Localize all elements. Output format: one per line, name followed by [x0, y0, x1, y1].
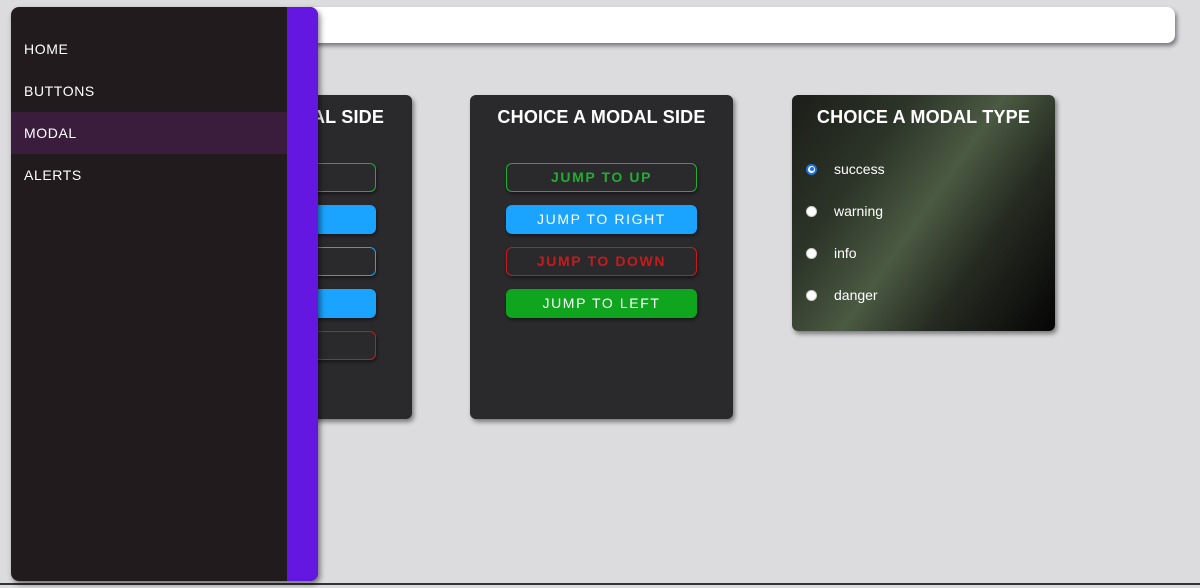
- jump-to-right-button[interactable]: JUMP TO RIGHT: [506, 205, 697, 234]
- radio-danger[interactable]: [806, 289, 817, 301]
- radio-label: warning: [834, 203, 884, 219]
- sidebar-menu: HOME BUTTONS MODAL ALERTS: [11, 7, 318, 581]
- modal-type-card: CHOICE A MODAL TYPE success warning info…: [792, 95, 1055, 331]
- jump-to-up-button[interactable]: JUMP TO UP: [506, 163, 697, 192]
- jump-to-down-button[interactable]: JUMP TO DOWN: [506, 247, 697, 276]
- radio-label: danger: [834, 287, 878, 303]
- sidebar-item-home[interactable]: HOME: [11, 28, 287, 70]
- jump-to-left-button[interactable]: JUMP TO LEFT: [506, 289, 697, 318]
- modal-side-card: CHOICE A MODAL SIDE JUMP TO UP JUMP TO R…: [470, 95, 733, 419]
- radio-warning[interactable]: [806, 205, 817, 217]
- card-title: CHOICE A MODAL SIDE: [497, 107, 706, 127]
- bottom-divider: [0, 583, 1200, 585]
- radio-option-success[interactable]: success: [806, 159, 885, 179]
- sidebar-accent-bar: [287, 7, 318, 581]
- radio-info[interactable]: [806, 247, 817, 259]
- radio-option-info[interactable]: info: [806, 243, 857, 263]
- radio-label: success: [834, 161, 885, 177]
- radio-success[interactable]: [806, 163, 817, 175]
- radio-label: info: [834, 245, 857, 261]
- sidebar-item-modal[interactable]: MODAL: [11, 112, 287, 154]
- top-search-bar[interactable]: [300, 7, 1175, 43]
- radio-option-danger[interactable]: danger: [806, 285, 878, 305]
- card-title: CHOICE A MODAL TYPE: [816, 107, 1031, 127]
- sidebar-item-buttons[interactable]: BUTTONS: [11, 70, 287, 112]
- sidebar-item-alerts[interactable]: ALERTS: [11, 154, 287, 196]
- radio-option-warning[interactable]: warning: [806, 201, 883, 221]
